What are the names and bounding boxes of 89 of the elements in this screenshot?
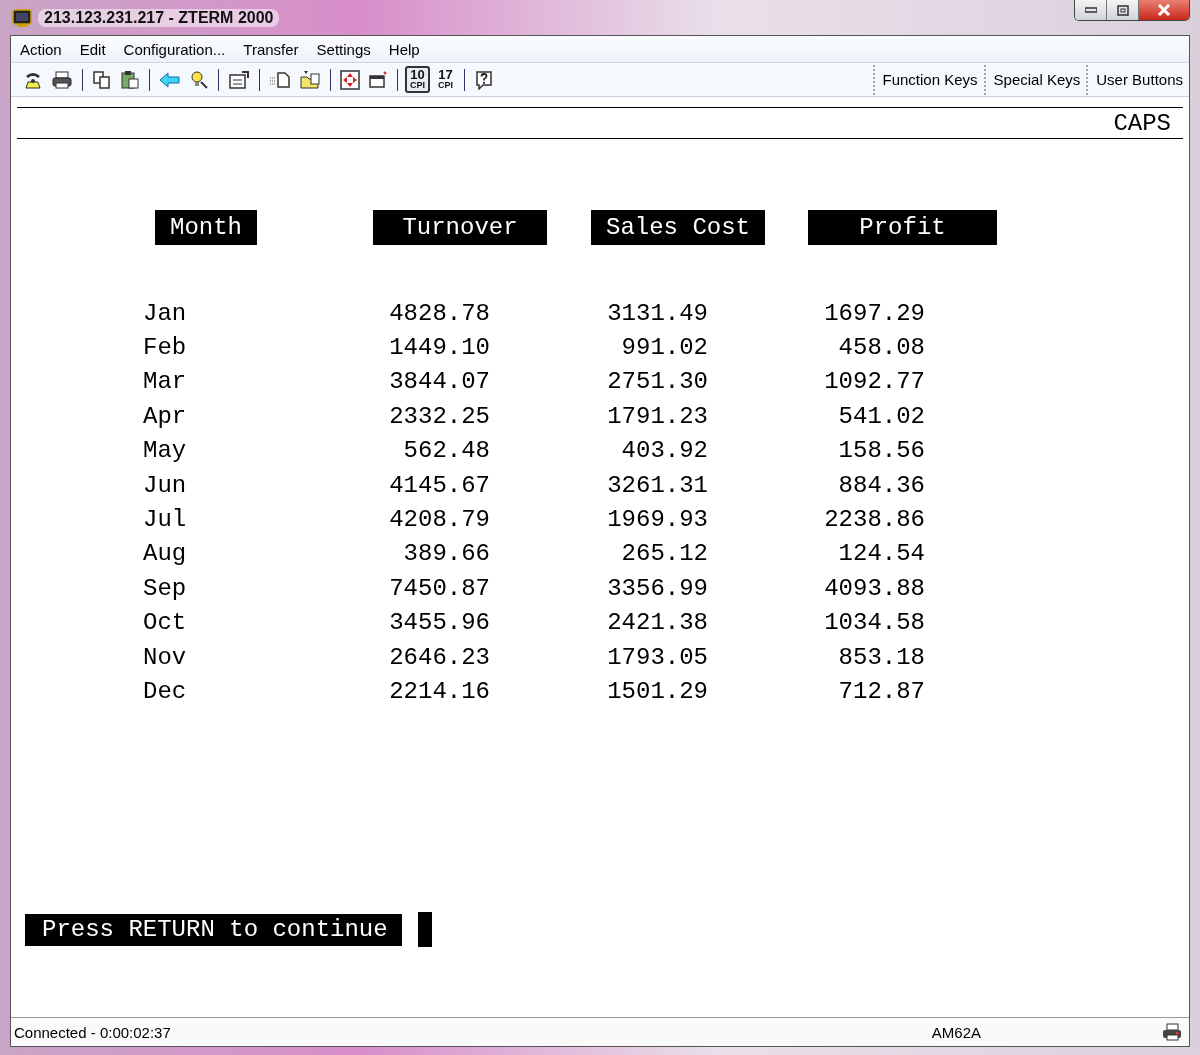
cpi-button[interactable]: 17 CPI	[434, 67, 458, 92]
lightbulb-icon	[189, 69, 209, 90]
monitor-icon	[12, 7, 32, 28]
table-cell: Oct	[143, 609, 187, 637]
table-cell: Sep	[143, 574, 187, 602]
table-cell: 4208.79	[389, 506, 490, 534]
connection-status: Connected - 0:00:02:37	[14, 1023, 171, 1041]
menu-item[interactable]: Settings	[307, 40, 380, 58]
table-cell: 884.36	[838, 471, 925, 499]
column-header: Turnover	[373, 210, 547, 245]
column-header: Month	[155, 210, 257, 245]
table-cell: Jan	[143, 299, 187, 327]
table-cell: Jul	[143, 506, 187, 534]
table-cell: 2214.16	[389, 678, 490, 705]
arrow-left-icon	[159, 70, 181, 89]
window-title: 213.123.231.217 - ZTERM 2000	[38, 8, 280, 27]
table-cell: Aug	[143, 540, 187, 568]
table-cell: May	[143, 437, 187, 465]
table-cell: 7450.87	[389, 574, 490, 602]
move-icon	[340, 69, 360, 90]
toolbar-panel-button[interactable]: Function Keys	[872, 64, 984, 95]
table-cell: 1501.29	[607, 678, 708, 705]
table-cell: Nov	[143, 643, 187, 671]
table-cell: Feb	[143, 334, 187, 362]
table-cell: 389.66	[403, 540, 490, 568]
table-cell: 265.12	[621, 540, 708, 568]
table-cell: 1697.29	[824, 299, 925, 327]
column-header: Sales Cost	[591, 210, 765, 245]
help-icon	[474, 69, 495, 90]
prompt-text: Press RETURN to continue	[25, 913, 402, 946]
text-cursor	[417, 912, 432, 947]
paste-icon	[120, 69, 140, 90]
menu-item[interactable]: Help	[379, 40, 429, 58]
table-cell: 124.54	[838, 540, 925, 568]
table-cell: 1449.10	[389, 334, 490, 362]
menu-item[interactable]: Action	[11, 40, 71, 58]
new-page-icon	[269, 69, 291, 90]
table-cell: Dec	[143, 678, 187, 705]
maximize-button[interactable]	[1107, 0, 1139, 20]
table-cell: 158.56	[838, 437, 925, 465]
table-cell: 2751.30	[607, 368, 708, 396]
table-cell: 1793.05	[607, 643, 708, 671]
table-cell: 1969.93	[607, 506, 708, 534]
caps-indicator: CAPS	[1113, 109, 1172, 137]
printer-icon	[1161, 1022, 1183, 1042]
table-cell: 3455.96	[389, 609, 490, 637]
menu-item[interactable]: Edit	[70, 40, 115, 58]
form-icon	[228, 69, 250, 90]
toolbar-button[interactable]	[338, 67, 362, 92]
table-cell: Mar	[143, 368, 187, 396]
window-icon	[368, 69, 388, 90]
table-cell: 1791.23	[607, 402, 708, 430]
table-cell: 3844.07	[389, 368, 490, 396]
maximize-icon	[1116, 4, 1129, 16]
menu-item[interactable]: Transfer	[234, 40, 308, 58]
close-button[interactable]	[1139, 0, 1189, 20]
folder-icon	[299, 69, 321, 90]
table-cell: 1034.58	[824, 609, 925, 637]
table-cell: 3261.31	[607, 471, 708, 499]
cpi-button[interactable]: 10 CPI	[405, 66, 430, 93]
copy-icon	[92, 69, 112, 90]
minimize-icon	[1084, 7, 1097, 13]
menu-item[interactable]: Configuration...	[114, 40, 235, 58]
table-cell: 2646.23	[389, 643, 490, 671]
table-cell: Apr	[143, 402, 187, 430]
table-cell: 1092.77	[824, 368, 925, 396]
table-cell: 2421.38	[607, 609, 708, 637]
table-cell: 712.87	[838, 678, 925, 705]
table-cell: 3131.49	[607, 299, 708, 327]
table-cell: 403.92	[621, 437, 708, 465]
close-icon	[1157, 4, 1171, 16]
table-cell: 4145.67	[389, 471, 490, 499]
table-cell: Jun	[143, 471, 187, 499]
printer-icon	[51, 69, 73, 90]
toolbar-panel-button[interactable]: Special Keys	[983, 64, 1087, 95]
table-cell: 4093.88	[824, 574, 925, 602]
minimize-button[interactable]	[1075, 0, 1107, 20]
table-cell: 853.18	[838, 643, 925, 671]
column-header: Profit	[808, 210, 997, 245]
table-cell: 562.48	[403, 437, 490, 465]
table-cell: 458.08	[838, 334, 925, 362]
table-cell: 2238.86	[824, 506, 925, 534]
table-cell: 3356.99	[607, 574, 708, 602]
terminal-type: AM62A	[931, 1023, 981, 1041]
table-cell: 2332.25	[389, 402, 490, 430]
table-cell: 541.02	[838, 402, 925, 430]
table-cell: 4828.78	[389, 299, 490, 327]
table-cell: 991.02	[621, 334, 708, 362]
toolbar-panel-button[interactable]: User Buttons	[1086, 64, 1189, 95]
